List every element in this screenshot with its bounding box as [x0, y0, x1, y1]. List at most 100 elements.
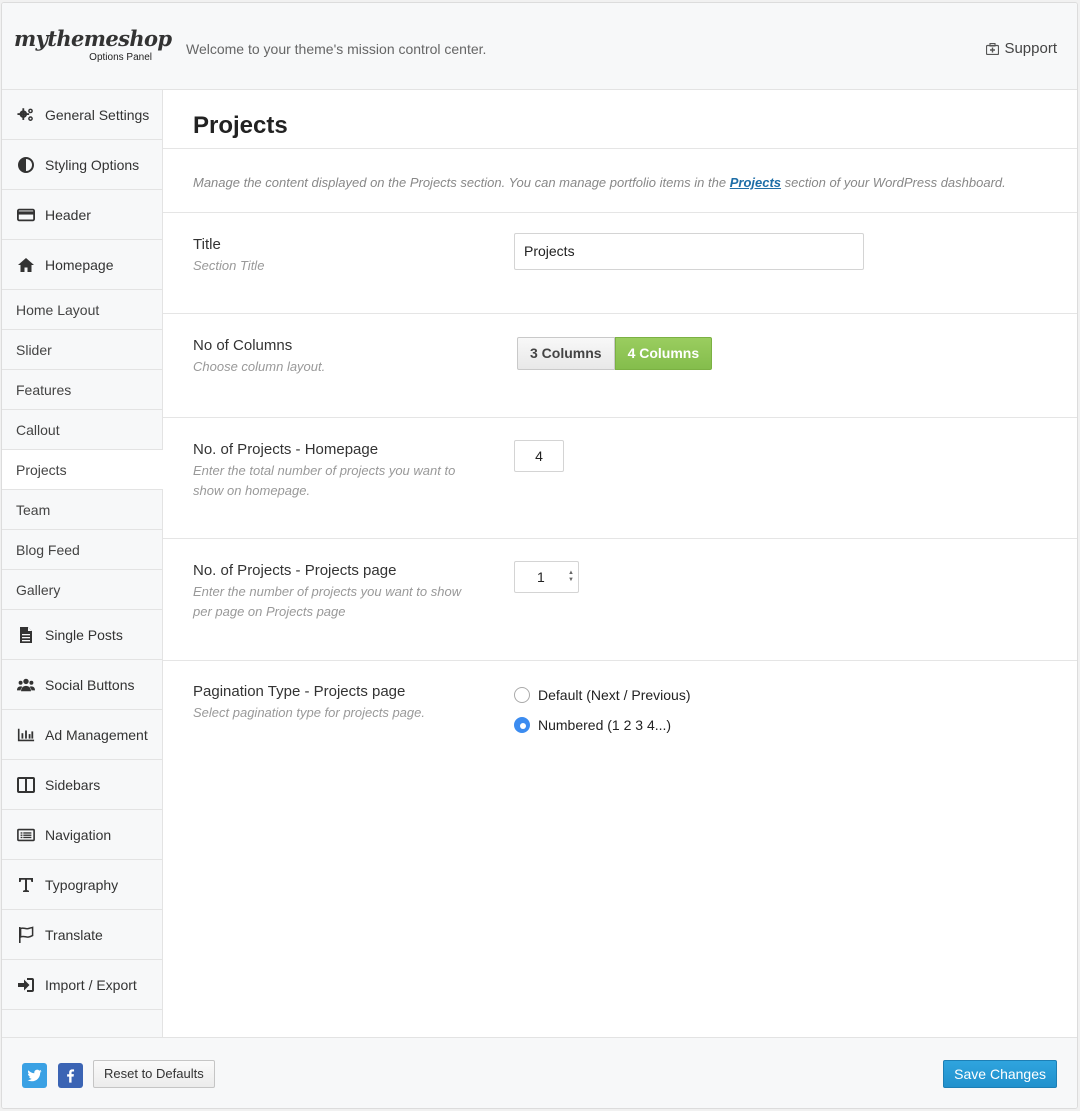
projects-link[interactable]: Projects	[730, 175, 781, 190]
sidebar-item-label: Styling Options	[45, 156, 140, 173]
sidebar-item-team[interactable]: Team	[2, 490, 162, 530]
pagination-option-numbered[interactable]: Numbered (1 2 3 4...)	[514, 717, 671, 733]
sidebar-item-label: Translate	[45, 926, 103, 943]
sidebar-item-label: Projects	[16, 461, 67, 478]
homepage-count-sublabel: Enter the total number of projects you w…	[193, 463, 456, 498]
sidebar-item-label: General Settings	[45, 106, 150, 123]
sidebar-item-features[interactable]: Features	[2, 370, 162, 410]
pagination-field-label: Pagination Type - Projects page	[193, 683, 406, 700]
pagination-option-default[interactable]: Default (Next / Previous)	[514, 687, 691, 703]
section-description: Manage the content displayed on the Proj…	[193, 175, 1006, 190]
sidebar-item-label: Home Layout	[16, 301, 100, 318]
sidebar-item-single-posts[interactable]: Single Posts	[2, 610, 162, 660]
sidebar-item-sidebars[interactable]: Sidebars	[2, 760, 162, 810]
gears-icon	[16, 106, 36, 124]
radio-button[interactable]	[514, 687, 530, 703]
options-panel: mythemeshop Options Panel Welcome to you…	[1, 2, 1078, 1109]
sidebar-item-label: Typography	[45, 876, 119, 893]
title-field-label: Title	[193, 236, 221, 253]
home-icon	[16, 256, 36, 274]
pagination-field-sublabel: Select pagination type for projects page…	[193, 705, 425, 720]
divider	[163, 417, 1077, 418]
logo-subtitle: Options Panel	[89, 52, 152, 63]
logo: mythemeshop Options Panel	[14, 26, 172, 64]
sidebar-item-import-export[interactable]: Import / Export	[2, 960, 162, 1010]
three-columns-button[interactable]: 3 Columns	[517, 337, 615, 370]
sidebar-item-ad-management[interactable]: Ad Management	[2, 710, 162, 760]
save-changes-button[interactable]: Save Changes	[943, 1060, 1057, 1088]
sidebar-item-typography[interactable]: Typography	[2, 860, 162, 910]
twitter-icon[interactable]	[22, 1063, 47, 1088]
sidebar-item-label: Slider	[16, 341, 52, 358]
sidebar-item-gallery[interactable]: Gallery	[2, 570, 162, 610]
divider	[163, 660, 1077, 661]
title-input[interactable]: Projects	[514, 233, 864, 270]
sidebar-item-styling-options[interactable]: Styling Options	[2, 140, 162, 190]
sign-in-icon	[16, 976, 36, 994]
sidebar-item-home-layout[interactable]: Home Layout	[2, 290, 162, 330]
sidebar-item-navigation[interactable]: Navigation	[2, 810, 162, 860]
sidebar-item-label: Import / Export	[45, 976, 137, 993]
sidebar-item-projects[interactable]: Projects	[2, 450, 163, 490]
users-icon	[16, 676, 36, 694]
sidebar: General Settings Styling Options Header …	[2, 90, 163, 1037]
sidebar-item-social-buttons[interactable]: Social Buttons	[2, 660, 162, 710]
welcome-text: Welcome to your theme's mission control …	[186, 41, 487, 57]
sidebar-item-label: Team	[16, 501, 51, 518]
sidebar-item-label: Blog Feed	[16, 541, 80, 558]
columns-toggle: 3 Columns 4 Columns	[517, 337, 713, 370]
main-content: Projects Manage the content displayed on…	[163, 90, 1077, 1037]
sidebar-item-homepage[interactable]: Homepage	[2, 240, 162, 290]
logo-text: mythemeshop	[14, 26, 172, 51]
contrast-icon	[16, 156, 36, 174]
sidebar-item-label: Social Buttons	[45, 676, 135, 693]
support-link[interactable]: Support	[986, 40, 1057, 57]
divider	[163, 212, 1077, 213]
description-text: section of your WordPress dashboard.	[781, 175, 1006, 190]
document-icon	[16, 626, 36, 644]
sidebar-item-label: Navigation	[45, 826, 112, 843]
sidebar-item-label: Homepage	[45, 256, 114, 273]
sidebar-item-label: Header	[45, 206, 91, 223]
sidebar-item-label: Gallery	[16, 581, 61, 598]
page-count-sublabel: Enter the number of projects you want to…	[193, 584, 462, 619]
stepper-arrows-icon[interactable]: ▲ ▼	[568, 570, 574, 584]
footer: Reset to Defaults Save Changes	[2, 1037, 1077, 1108]
list-icon	[16, 826, 36, 844]
text-icon	[16, 876, 36, 894]
title-field-sublabel: Section Title	[193, 258, 265, 273]
columns-icon	[16, 776, 36, 794]
reset-defaults-button[interactable]: Reset to Defaults	[93, 1060, 215, 1088]
columns-field-label: No of Columns	[193, 337, 293, 354]
page-count-stepper[interactable]: 1 ▲ ▼	[514, 561, 579, 593]
sidebar-item-label: Sidebars	[45, 776, 101, 793]
homepage-count-label: No. of Projects - Homepage	[193, 441, 379, 458]
sidebar-item-general-settings[interactable]: General Settings	[2, 90, 162, 140]
homepage-count-input[interactable]: 4	[514, 440, 564, 472]
sidebar-item-header[interactable]: Header	[2, 190, 162, 240]
header-icon	[16, 206, 36, 224]
top-bar: mythemeshop Options Panel Welcome to you…	[2, 3, 1077, 90]
sidebar-item-label: Ad Management	[45, 726, 148, 743]
sidebar-item-label: Single Posts	[45, 626, 123, 643]
page-title: Projects	[193, 112, 288, 139]
sidebar-item-callout[interactable]: Callout	[2, 410, 162, 450]
divider	[163, 538, 1077, 539]
page-count-value: 1	[537, 569, 545, 585]
flag-icon	[16, 925, 36, 944]
sidebar-item-slider[interactable]: Slider	[2, 330, 162, 370]
sidebar-item-translate[interactable]: Translate	[2, 910, 162, 960]
radio-button-checked[interactable]	[514, 717, 530, 733]
sidebar-item-blog-feed[interactable]: Blog Feed	[2, 530, 162, 570]
medkit-icon	[986, 42, 1000, 55]
bar-chart-icon	[16, 726, 36, 744]
facebook-icon[interactable]	[58, 1063, 83, 1088]
radio-label: Numbered (1 2 3 4...)	[538, 717, 672, 733]
columns-field-sublabel: Choose column layout.	[193, 359, 326, 374]
radio-label: Default (Next / Previous)	[538, 687, 691, 703]
divider	[163, 148, 1077, 149]
four-columns-button[interactable]: 4 Columns	[614, 337, 713, 370]
sidebar-item-label: Features	[16, 381, 72, 398]
support-label: Support	[1004, 40, 1057, 57]
page-count-label: No. of Projects - Projects page	[193, 562, 397, 579]
